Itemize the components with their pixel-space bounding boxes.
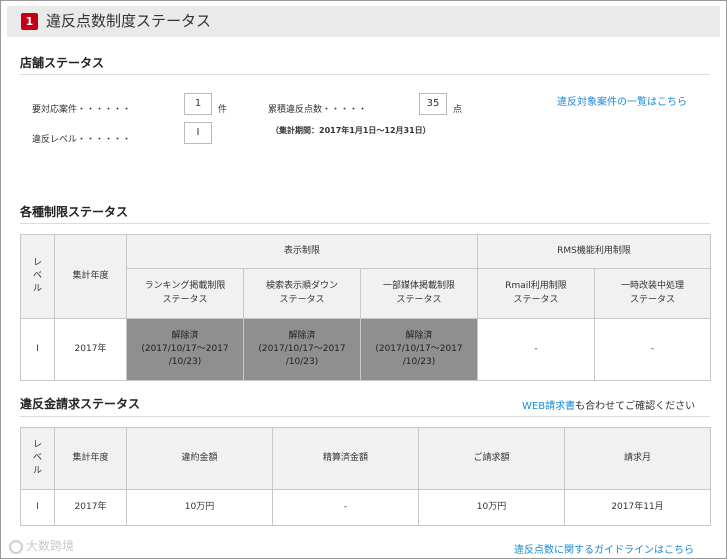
points-label: 累積違反点数・・・・・ <box>268 105 368 115</box>
violation-level-label: 違反レベル・・・・・・ <box>32 135 132 145</box>
month-cell: 2017年11月 <box>564 489 711 526</box>
web-invoice-note-suffix: も合わせてご確認ください <box>575 401 696 412</box>
col-rmail-header: Rmail利用制限 ステータス <box>477 268 595 319</box>
col-ranking-header: ランキング掲載制限 ステータス <box>126 268 244 319</box>
col-level-header: レベル <box>20 234 55 319</box>
col-settlement-header: 精算済金額 <box>272 427 419 490</box>
media-status-cell: 解除済 (2017/10/17〜2017 /10/23) <box>360 318 478 381</box>
restriction-status-title: 各種制限ステータス <box>20 205 129 219</box>
restriction-status-divider <box>20 223 710 224</box>
web-invoice-link[interactable]: WEB請求書 <box>522 401 575 412</box>
penalty-status-divider <box>20 416 710 417</box>
amount-cell: 10万円 <box>126 489 273 526</box>
points-value: 35 <box>419 93 447 115</box>
col-billed-header: ご請求額 <box>418 427 565 490</box>
col-level-header: レベル <box>20 427 55 490</box>
penalty-status-table: レベル 集計年度 違約金額 精算済金額 ご請求額 請求月 I 2017年 10万… <box>20 427 711 526</box>
col-search-header: 検索表示順ダウン ステータス <box>243 268 361 319</box>
store-status-title: 店舗ステータス <box>20 56 105 70</box>
rmail-status-cell: - <box>477 318 595 381</box>
points-unit: 点 <box>453 105 463 115</box>
col-year-header: 集計年度 <box>54 427 127 490</box>
cases-label: 要対応案件・・・・・・ <box>32 105 132 115</box>
search-status-cell: 解除済 (2017/10/17〜2017 /10/23) <box>243 318 361 381</box>
rms-restriction-group-header: RMS機能利用制限 <box>476 234 712 269</box>
watermark-logo-icon <box>9 539 23 554</box>
billed-cell: 10万円 <box>418 489 565 526</box>
store-status-divider <box>20 74 710 75</box>
watermark-text: 大数跨境 <box>26 539 75 553</box>
row-year-cell: 2017年 <box>54 489 127 526</box>
col-level-header-text: レベル <box>32 257 42 295</box>
col-month-header: 請求月 <box>564 427 711 490</box>
row-level-cell: I <box>20 318 55 381</box>
table-header-row: レベル 集計年度 違約金額 精算済金額 ご請求額 請求月 <box>20 427 711 490</box>
aggregation-period-note: （集計期間：2017年1月1日〜12月31日） <box>271 126 431 135</box>
settlement-cell: - <box>272 489 419 526</box>
row-level-cell: I <box>20 489 55 526</box>
col-level-header-text: レベル <box>32 439 42 477</box>
table-row: I 2017年 解除済 (2017/10/17〜2017 /10/23) 解除済… <box>20 318 712 381</box>
guideline-link[interactable]: 違反点数に関するガイドラインはこちら <box>514 541 694 556</box>
watermark: 大数跨境 <box>9 537 74 554</box>
table-header-row: レベル 集計年度 表示制限 RMS機能利用制限 <box>20 234 712 319</box>
col-amount-header: 違約金額 <box>126 427 273 490</box>
violation-list-link[interactable]: 違反対象案件の一覧はこちら <box>557 93 687 108</box>
page-title: 違反点数制度ステータス <box>46 12 212 30</box>
temp-status-cell: - <box>593 318 712 381</box>
col-media-header: 一部媒体掲載制限 ステータス <box>360 268 478 319</box>
table-row: I 2017年 10万円 - 10万円 2017年11月 <box>20 489 711 526</box>
cases-unit: 件 <box>218 105 228 115</box>
restriction-status-table: レベル 集計年度 表示制限 RMS機能利用制限 ランキング掲載制限 ステータス … <box>20 234 712 381</box>
cases-value: 1 <box>184 93 212 115</box>
section-number-badge: 1 <box>21 13 38 30</box>
ranking-status-cell: 解除済 (2017/10/17〜2017 /10/23) <box>126 318 244 381</box>
penalty-status-title: 違反金請求ステータス <box>20 397 141 411</box>
col-year-header: 集計年度 <box>54 234 127 319</box>
web-invoice-note: WEB請求書も合わせてご確認ください <box>522 397 695 412</box>
display-restriction-group-header: 表示制限 <box>126 234 478 269</box>
page-frame: 1 違反点数制度ステータス 店舗ステータス 要対応案件・・・・・・ 1 件 違反… <box>0 0 727 559</box>
col-temp-header: 一時改装中処理 ステータス <box>593 268 712 319</box>
violation-level-value: I <box>184 122 212 144</box>
row-year-cell: 2017年 <box>54 318 127 381</box>
